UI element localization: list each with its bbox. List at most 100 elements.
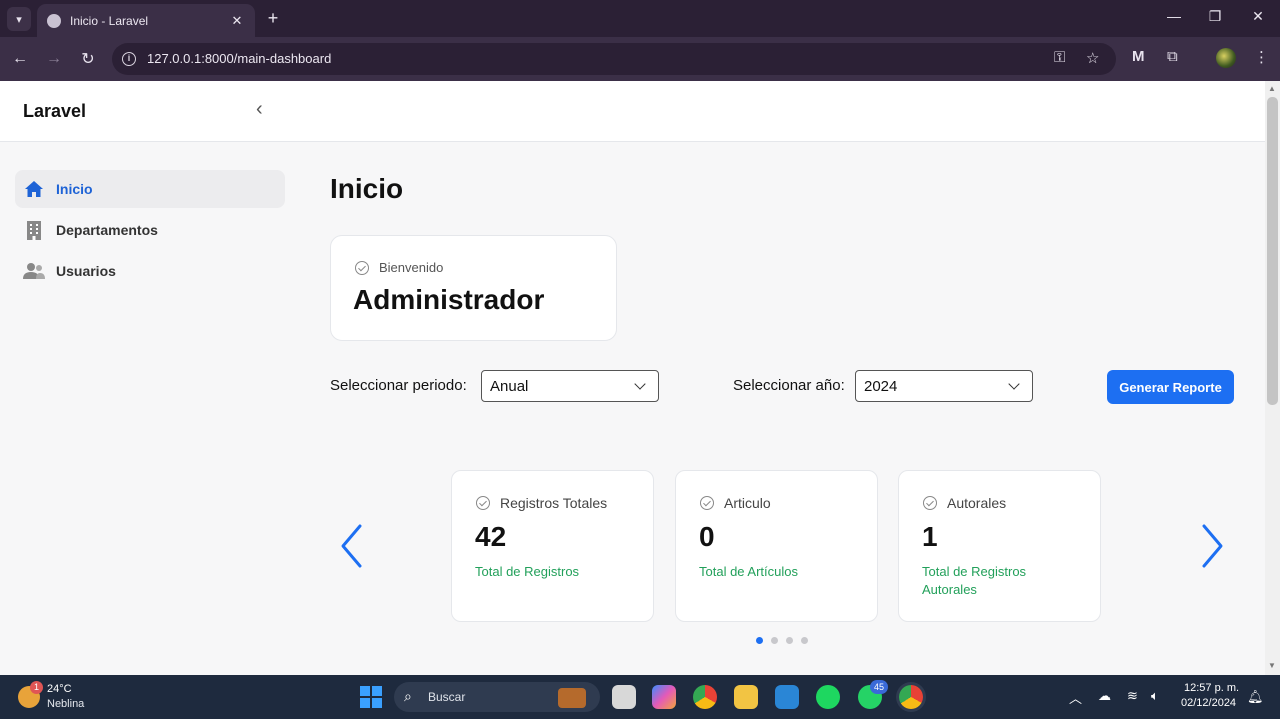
onedrive-cloud-icon[interactable]: ☁ bbox=[1098, 688, 1111, 704]
wifi-icon[interactable]: ≋ bbox=[1127, 688, 1138, 704]
new-tab-button[interactable]: + bbox=[262, 8, 284, 29]
page-scrollbar[interactable]: ▲ ▼ bbox=[1265, 81, 1280, 675]
weather-badge: 1 bbox=[30, 681, 43, 694]
browser-tab-bar: ▾ Inicio - Laravel ✕ + — ❐ ✕ bbox=[0, 0, 1280, 37]
welcome-user-name: Administrador bbox=[353, 284, 545, 315]
clock-time[interactable]: 12:57 p. m. bbox=[1184, 682, 1239, 694]
taskbar: 1 24°C Neblina ⌕ Buscar 45 ︿ ☁ ≋ 🔈︎ 12:5… bbox=[0, 675, 1280, 719]
address-bar[interactable]: i 127.0.0.1:8000/main-dashboard ⚿ ☆ bbox=[112, 43, 1116, 75]
home-icon bbox=[23, 178, 45, 200]
sidebar-item-usuarios[interactable]: Usuarios bbox=[15, 252, 285, 290]
check-circle-icon bbox=[700, 496, 714, 510]
taskbar-search[interactable]: ⌕ Buscar bbox=[394, 682, 600, 712]
sidebar-item-inicio[interactable]: Inicio bbox=[15, 170, 285, 208]
check-circle-icon bbox=[355, 261, 369, 275]
copilot-icon[interactable] bbox=[652, 685, 676, 709]
stat-card-registros: Registros Totales 42 Total de Registros bbox=[451, 470, 654, 622]
carousel-next-icon[interactable] bbox=[1198, 523, 1226, 569]
carousel-dot[interactable] bbox=[771, 637, 778, 644]
browser-toolbar: ← → ↻ i 127.0.0.1:8000/main-dashboard ⚿ … bbox=[0, 37, 1280, 81]
welcome-label: Bienvenido bbox=[379, 260, 444, 275]
browser-tab[interactable]: Inicio - Laravel ✕ bbox=[37, 4, 255, 37]
chevron-down-icon bbox=[1008, 378, 1020, 390]
chrome-icon[interactable] bbox=[693, 685, 717, 709]
forward-arrow-icon[interactable]: → bbox=[42, 47, 66, 71]
vscode-icon[interactable] bbox=[775, 685, 799, 709]
period-label: Seleccionar periodo: bbox=[330, 377, 467, 394]
sidebar-item-label: Usuarios bbox=[56, 263, 116, 279]
card-value: 1 bbox=[922, 521, 938, 552]
page-title: Inicio bbox=[330, 173, 404, 204]
generate-report-button[interactable]: Generar Reporte bbox=[1107, 370, 1234, 404]
url-text[interactable]: 127.0.0.1:8000/main-dashboard bbox=[147, 51, 331, 66]
stat-card-autorales: Autorales 1 Total de Registros Autorales bbox=[898, 470, 1101, 622]
period-select[interactable]: Anual bbox=[481, 370, 659, 402]
search-icon: ⌕ bbox=[404, 688, 412, 704]
card-label: Autorales bbox=[947, 495, 1007, 511]
kebab-menu-icon[interactable]: ⋮ bbox=[1254, 48, 1269, 66]
close-window-button[interactable]: ✕ bbox=[1243, 8, 1273, 25]
card-value: 42 bbox=[475, 521, 507, 552]
carousel-dot[interactable] bbox=[786, 637, 793, 644]
card-label: Articulo bbox=[724, 495, 771, 511]
scroll-down-icon[interactable]: ▼ bbox=[1268, 661, 1276, 670]
reload-icon[interactable]: ↻ bbox=[76, 47, 100, 71]
volume-icon[interactable]: 🔈︎ bbox=[1151, 688, 1159, 704]
card-value: 0 bbox=[699, 521, 715, 552]
carousel-pagination bbox=[756, 637, 808, 644]
scrollbar-thumb[interactable] bbox=[1267, 97, 1278, 405]
building-icon bbox=[23, 219, 45, 241]
carousel-dot[interactable] bbox=[756, 637, 763, 644]
welcome-card: Bienvenido Administrador bbox=[330, 235, 617, 341]
period-select-value: Anual bbox=[490, 378, 529, 395]
weather-description[interactable]: Neblina bbox=[47, 698, 84, 710]
extension-m-icon[interactable]: M bbox=[1132, 48, 1145, 65]
stat-card-articulo: Articulo 0 Total de Artículos bbox=[675, 470, 878, 622]
card-subtitle: Total de Registros Autorales bbox=[922, 564, 1027, 597]
card-subtitle: Total de Artículos bbox=[699, 564, 798, 579]
search-highlight-icon bbox=[558, 688, 586, 708]
brand-logo[interactable]: Laravel bbox=[23, 101, 86, 122]
puzzle-icon[interactable]: ⧉ bbox=[1167, 48, 1178, 65]
key-icon[interactable]: ⚿ bbox=[1054, 49, 1065, 66]
profile-avatar[interactable] bbox=[1216, 48, 1236, 68]
tab-close-icon[interactable]: ✕ bbox=[229, 13, 245, 29]
sidebar-item-label: Inicio bbox=[56, 181, 93, 197]
collapse-sidebar-icon[interactable]: ‹ bbox=[256, 98, 263, 121]
scroll-up-icon[interactable]: ▲ bbox=[1268, 84, 1276, 93]
users-icon bbox=[23, 260, 45, 282]
chevron-down-icon bbox=[634, 378, 646, 390]
year-label: Seleccionar año: bbox=[733, 377, 845, 394]
carousel-dot[interactable] bbox=[801, 637, 808, 644]
carousel-prev-icon[interactable] bbox=[338, 523, 366, 569]
spotify-icon[interactable] bbox=[816, 685, 840, 709]
site-info-icon[interactable]: i bbox=[122, 52, 136, 66]
sidebar-item-label: Departamentos bbox=[56, 222, 158, 238]
minimize-button[interactable]: — bbox=[1159, 8, 1189, 24]
year-select-value: 2024 bbox=[864, 378, 898, 395]
file-explorer-icon[interactable] bbox=[734, 685, 758, 709]
back-arrow-icon[interactable]: ← bbox=[8, 47, 32, 71]
year-select[interactable]: 2024 bbox=[855, 370, 1033, 402]
tab-title: Inicio - Laravel bbox=[70, 13, 149, 28]
check-circle-icon bbox=[476, 496, 490, 510]
sidebar-item-departamentos[interactable]: Departamentos bbox=[15, 211, 285, 249]
chrome-profile-icon[interactable] bbox=[899, 685, 923, 709]
restore-button[interactable]: ❐ bbox=[1200, 8, 1230, 25]
card-label: Registros Totales bbox=[500, 495, 608, 511]
windows-start-icon[interactable] bbox=[360, 686, 382, 708]
check-circle-icon bbox=[923, 496, 937, 510]
notification-bell-icon[interactable]: 🔔︎ bbox=[1247, 689, 1264, 705]
card-subtitle: Total de Registros bbox=[475, 564, 580, 579]
star-icon[interactable]: ☆ bbox=[1086, 49, 1099, 67]
task-view-icon[interactable] bbox=[612, 685, 636, 709]
whatsapp-badge: 45 bbox=[870, 680, 888, 694]
page: Laravel ‹ Inicio Departamentos Usuarios … bbox=[0, 81, 1265, 675]
app-header: Laravel ‹ bbox=[0, 81, 1265, 142]
clock-date[interactable]: 02/12/2024 bbox=[1181, 697, 1236, 709]
search-placeholder: Buscar bbox=[428, 690, 466, 704]
globe-icon bbox=[47, 13, 61, 28]
weather-temperature[interactable]: 24°C bbox=[47, 683, 72, 695]
tab-search-chevron-icon[interactable]: ▾ bbox=[7, 7, 31, 31]
tray-chevron-up-icon[interactable]: ︿ bbox=[1069, 688, 1082, 707]
